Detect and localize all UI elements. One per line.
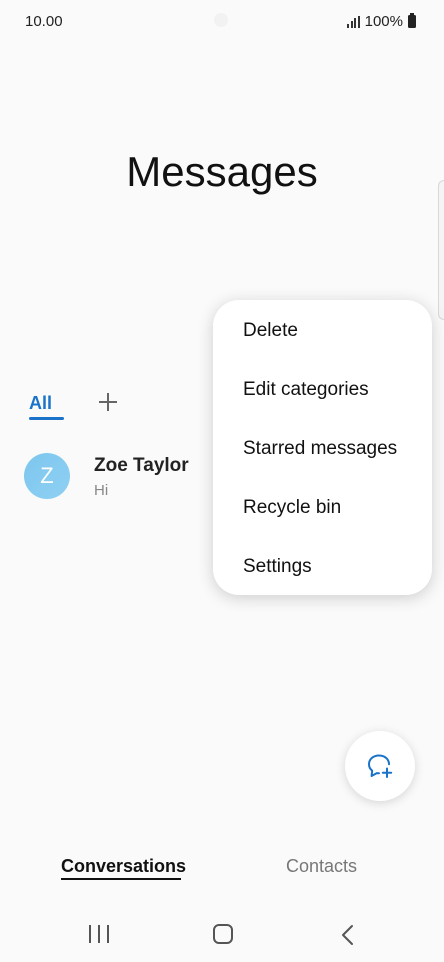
- battery-icon: [408, 13, 416, 28]
- tab-conversations-indicator: [61, 878, 181, 880]
- menu-item-settings[interactable]: Settings: [213, 537, 432, 596]
- status-indicators: 100%: [347, 13, 416, 30]
- avatar: Z: [24, 453, 70, 499]
- category-tab-indicator: [29, 417, 64, 420]
- category-tab-all[interactable]: All: [29, 393, 52, 414]
- menu-item-edit-categories[interactable]: Edit categories: [213, 360, 432, 419]
- menu-item-delete[interactable]: Delete: [213, 301, 432, 360]
- edge-panel-handle[interactable]: [438, 180, 444, 320]
- contact-name: Zoe Taylor: [94, 455, 189, 476]
- recent-apps-icon[interactable]: [89, 925, 109, 943]
- menu-item-starred-messages[interactable]: Starred messages: [213, 419, 432, 478]
- page-title: Messages: [126, 148, 318, 195]
- message-preview: Hi: [94, 482, 109, 499]
- system-nav-bar: [0, 905, 444, 962]
- battery-percent: 100%: [364, 13, 403, 30]
- status-time: 10.00: [25, 13, 63, 30]
- phone-screen: 10.00 100% Messages All Z Zoe Taylor Hi …: [0, 0, 444, 962]
- tab-conversations[interactable]: Conversations: [61, 856, 186, 877]
- home-icon[interactable]: [213, 924, 233, 944]
- menu-item-recycle-bin[interactable]: Recycle bin: [213, 478, 432, 537]
- signal-icon: [347, 15, 360, 28]
- add-category-icon[interactable]: [97, 391, 119, 413]
- compose-button[interactable]: [345, 731, 415, 801]
- back-icon[interactable]: [340, 923, 356, 947]
- front-camera: [214, 13, 228, 27]
- new-message-icon: [368, 754, 393, 778]
- status-bar: 10.00 100%: [0, 0, 444, 44]
- tab-contacts[interactable]: Contacts: [286, 856, 357, 877]
- more-options-menu: Delete Edit categories Starred messages …: [213, 300, 432, 595]
